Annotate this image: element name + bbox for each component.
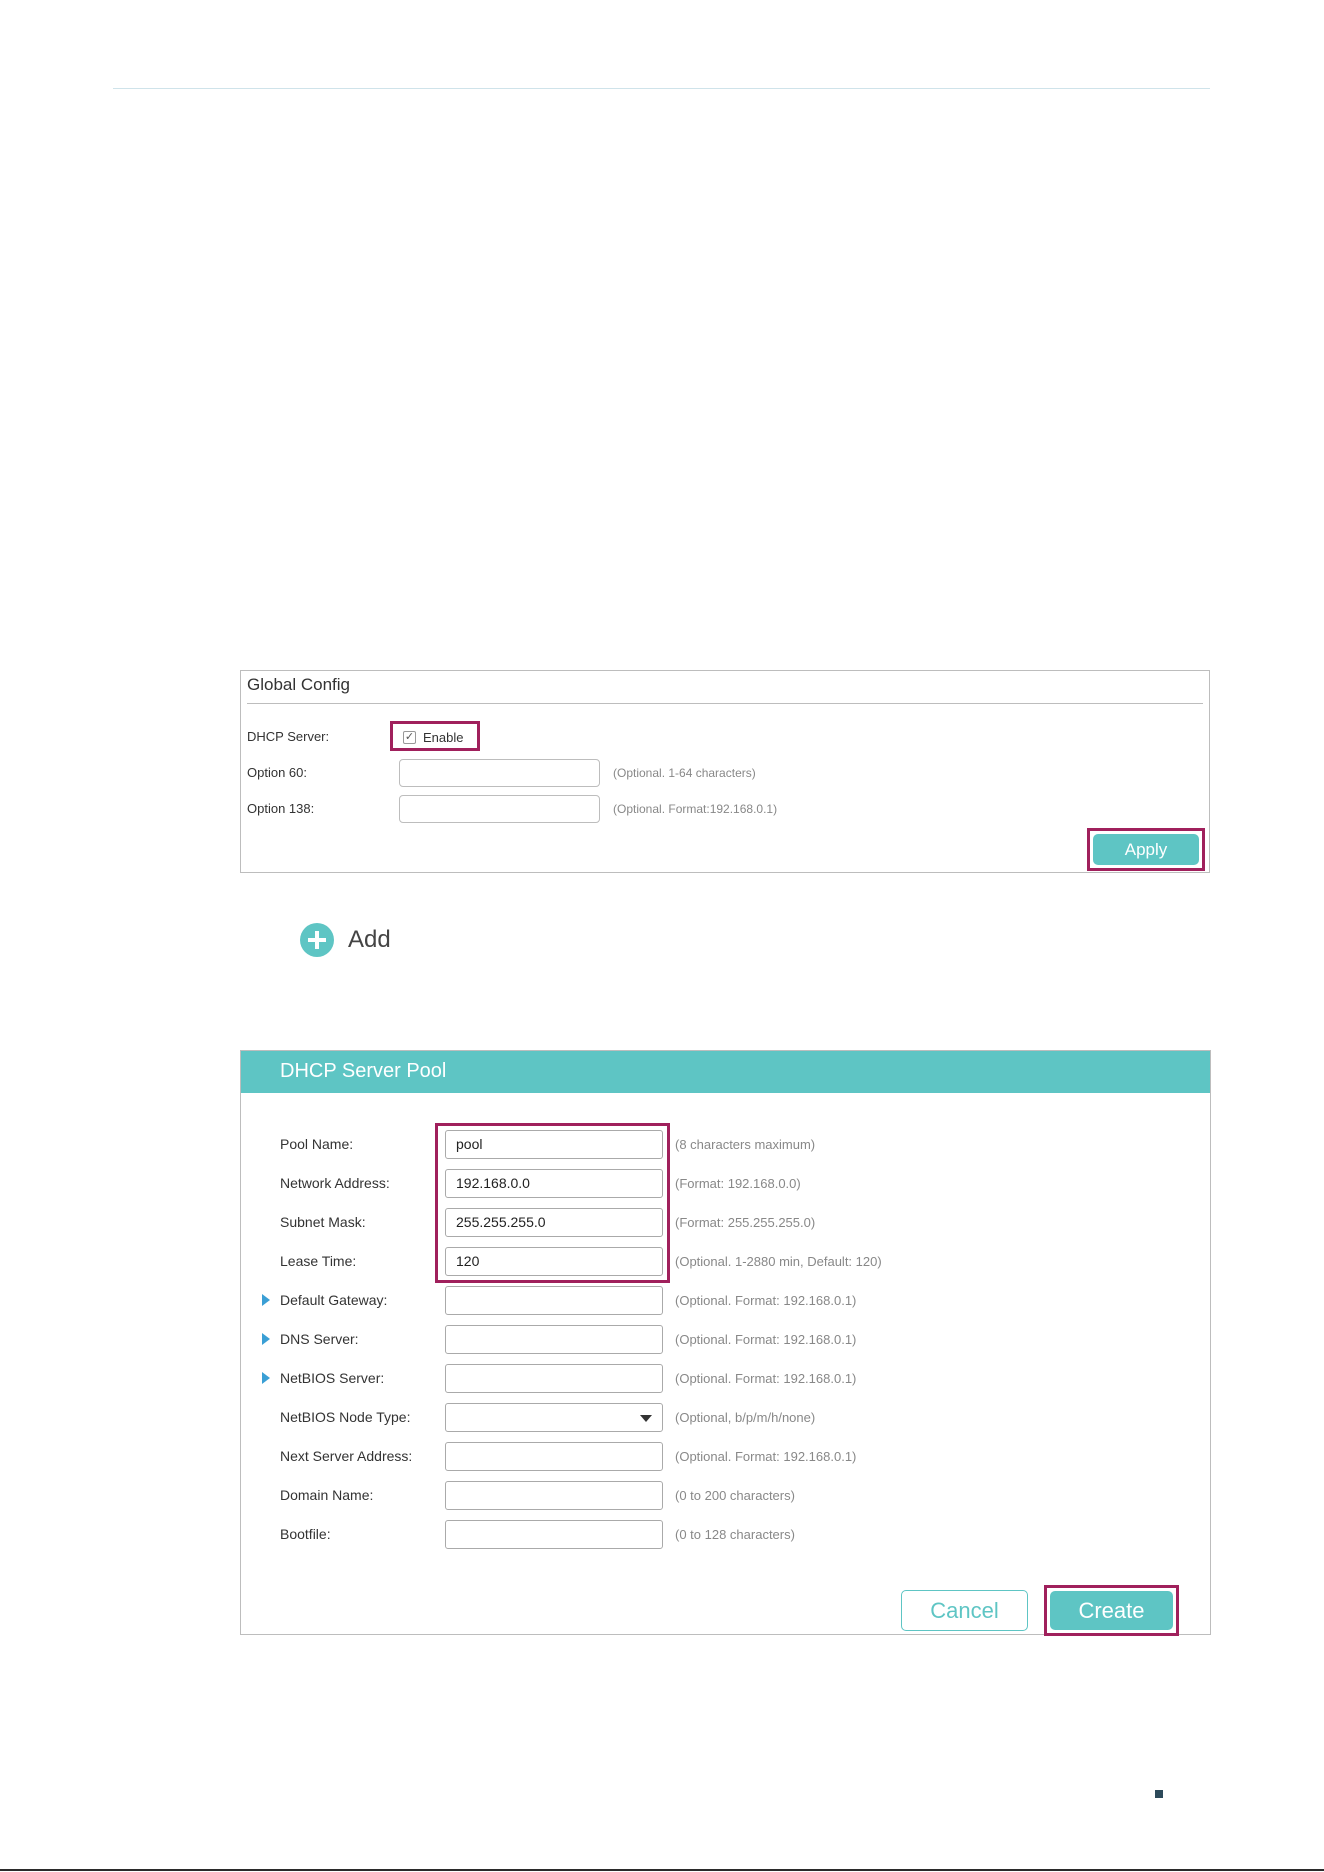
- dhcp-server-pool-dialog: DHCP Server Pool Pool Name: pool (8 charac…: [240, 1050, 1211, 1636]
- field-hint: (Optional. 1-2880 min, Default: 120): [675, 1254, 882, 1269]
- plus-circle-icon[interactable]: [300, 923, 334, 957]
- field-hint: (8 characters maximum): [675, 1137, 816, 1152]
- field-hint: (Format: 255.255.255.0): [675, 1215, 816, 1230]
- form-row: Pool Name: pool (8 characters maximum): [241, 1129, 1210, 1159]
- field-hint: (Optional. Format: 192.168.0.1): [675, 1293, 857, 1308]
- field-label: Next Server Address:: [280, 1448, 413, 1464]
- field-label: NetBIOS Node Type:: [280, 1409, 411, 1425]
- apply-button[interactable]: Apply: [1093, 834, 1199, 865]
- field-label: Subnet Mask:: [280, 1214, 366, 1230]
- create-highlight: Create: [1044, 1585, 1179, 1636]
- top-divider: [113, 88, 1210, 89]
- dialog-title: DHCP Server Pool: [280, 1060, 447, 1082]
- global-config-panel: Global Config DHCP Server: ✓ Enable Opti…: [240, 670, 1210, 873]
- option138-label: Option 138:: [247, 801, 315, 816]
- field-hint: (Optional. Format: 192.168.0.1): [675, 1371, 857, 1386]
- form-row: NetBIOS Server: (Optional. Format: 192.16…: [241, 1363, 1210, 1393]
- dialog-header: DHCP Server Pool: [241, 1051, 1210, 1093]
- option138-hint: (Optional. Format:192.168.0.1): [613, 802, 778, 816]
- required-fields-highlight: [435, 1123, 670, 1283]
- form-row: DNS Server: (Optional. Format: 192.168.0.…: [241, 1324, 1210, 1354]
- field-input[interactable]: [445, 1325, 663, 1354]
- chevron-down-icon: [640, 1415, 652, 1422]
- field-label: Bootfile:: [280, 1526, 331, 1542]
- field-input[interactable]: [445, 1520, 663, 1549]
- form-row: Domain Name: (0 to 200 characters): [241, 1480, 1210, 1510]
- expand-arrow-icon[interactable]: [262, 1372, 270, 1384]
- option60-hint: (Optional. 1-64 characters): [613, 766, 756, 780]
- option60-input[interactable]: [399, 759, 600, 787]
- bottom-divider: [0, 1869, 1324, 1871]
- enable-checkbox[interactable]: ✓: [403, 731, 416, 744]
- form-row: Subnet Mask: 255.255.255.0 (Format: 255.25…: [241, 1207, 1210, 1237]
- option60-label: Option 60:: [247, 765, 307, 780]
- field-label: NetBIOS Server:: [280, 1370, 385, 1386]
- form-row: Default Gateway: (Optional. Format: 192.1…: [241, 1285, 1210, 1315]
- field-hint: (Format: 192.168.0.0): [675, 1176, 801, 1191]
- form-row: Bootfile: (0 to 128 characters): [241, 1519, 1210, 1549]
- form-row: Next Server Address: (Optional. Format: 1…: [241, 1441, 1210, 1471]
- field-label: DNS Server:: [280, 1331, 359, 1347]
- field-label: Default Gateway:: [280, 1292, 388, 1308]
- field-hint: (Optional. Format: 192.168.0.1): [675, 1449, 857, 1464]
- form-row: Network Address: 192.168.0.0 (Format: 192.…: [241, 1168, 1210, 1198]
- cancel-button[interactable]: Cancel: [901, 1590, 1028, 1631]
- apply-highlight: Apply: [1087, 828, 1205, 871]
- field-hint: (Optional. Format: 192.168.0.1): [675, 1332, 857, 1347]
- dhcp-server-label: DHCP Server:: [247, 729, 330, 744]
- field-label: Pool Name:: [280, 1136, 354, 1152]
- field-label: Domain Name:: [280, 1487, 374, 1503]
- create-button[interactable]: Create: [1050, 1591, 1173, 1630]
- form-row: NetBIOS Node Type: (Optional, b/p/m/h/non…: [241, 1402, 1210, 1432]
- page-marker: [1155, 1790, 1163, 1798]
- field-input[interactable]: [445, 1442, 663, 1471]
- field-input[interactable]: [445, 1481, 663, 1510]
- option138-input[interactable]: [399, 795, 600, 823]
- global-config-title: Global Config: [247, 675, 351, 694]
- field-hint: (0 to 128 characters): [675, 1527, 795, 1542]
- expand-arrow-icon[interactable]: [262, 1333, 270, 1345]
- enable-highlight: ✓ Enable: [390, 721, 480, 751]
- field-hint: (Optional, b/p/m/h/none): [675, 1410, 816, 1425]
- form-row: Lease Time: 120 (Optional. 1-2880 min, Def…: [241, 1246, 1210, 1276]
- global-config-divider: [247, 703, 1203, 704]
- field-input[interactable]: [445, 1286, 663, 1315]
- expand-arrow-icon[interactable]: [262, 1294, 270, 1306]
- field-label: Lease Time:: [280, 1253, 357, 1269]
- enable-label: Enable: [423, 730, 464, 745]
- field-select[interactable]: [445, 1403, 663, 1432]
- field-input[interactable]: [445, 1364, 663, 1393]
- add-label[interactable]: Add: [348, 926, 391, 954]
- field-label: Network Address:: [280, 1175, 390, 1191]
- field-hint: (0 to 200 characters): [675, 1488, 795, 1503]
- add-button[interactable]: Add: [300, 922, 391, 958]
